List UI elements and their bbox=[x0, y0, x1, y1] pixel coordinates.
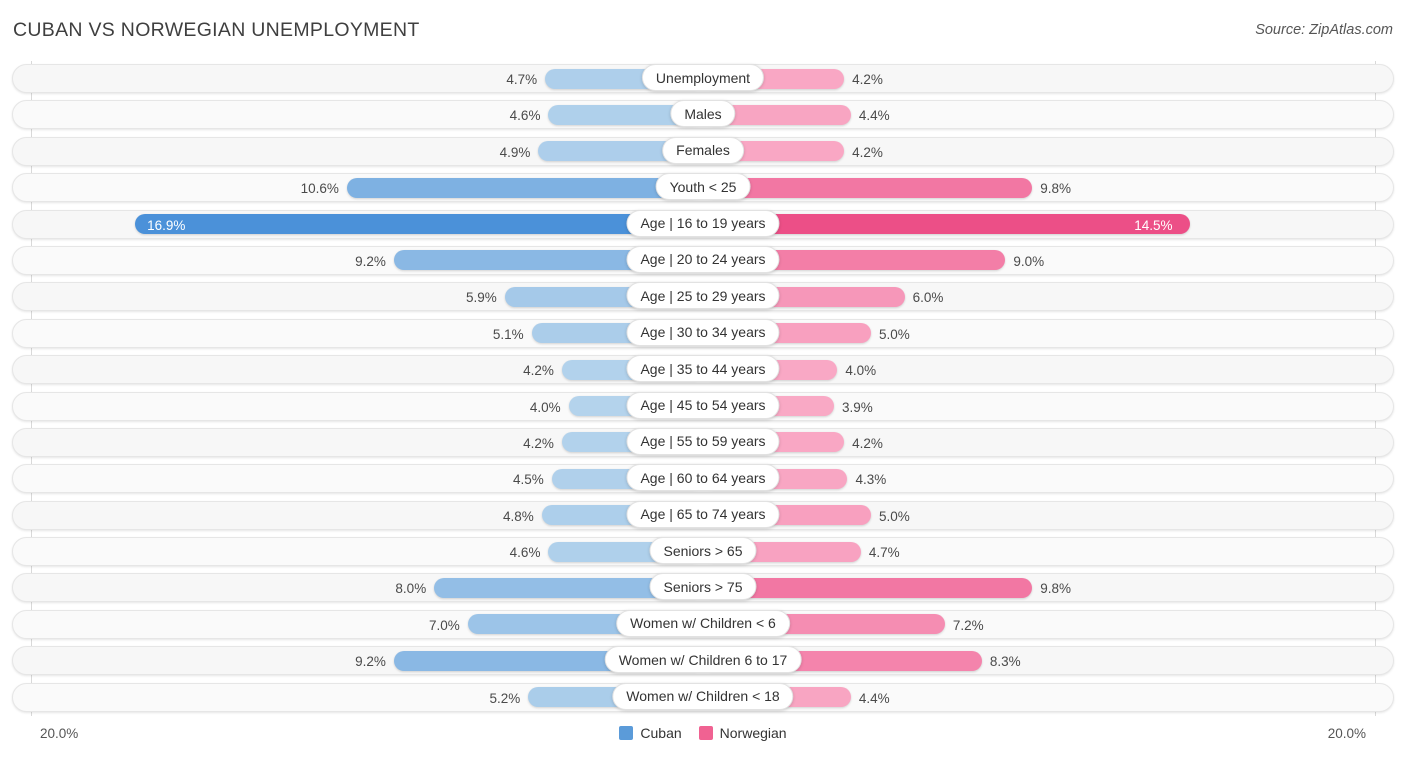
category-label-pill: Age | 55 to 59 years bbox=[626, 427, 780, 455]
category-label-pill: Age | 16 to 19 years bbox=[626, 209, 780, 237]
category-label-pill: Age | 35 to 44 years bbox=[626, 355, 780, 383]
value-label-cuban: 4.6% bbox=[509, 108, 541, 124]
value-label-cuban: 4.6% bbox=[509, 545, 541, 561]
chart-rows: 4.7% 4.2% Unemployment 4.6% 4.4% Males 4.9% 4.2… bbox=[0, 61, 1406, 716]
category-label-pill: Males bbox=[670, 100, 736, 128]
value-label-cuban: 5.9% bbox=[465, 290, 497, 306]
value-label-norwegian: 9.8% bbox=[1040, 181, 1072, 197]
chart-row: 4.9% 4.2% Females bbox=[0, 134, 1406, 170]
value-label-norwegian: 4.4% bbox=[858, 108, 890, 124]
chart-row: 8.0% 9.8% Seniors > 75 bbox=[0, 570, 1406, 606]
category-label-pill: Seniors > 75 bbox=[649, 573, 757, 601]
category-label-pill: Females bbox=[662, 136, 744, 164]
chart-row: 16.9% 14.5% Age | 16 to 19 years bbox=[0, 207, 1406, 243]
category-label-pill: Age | 30 to 34 years bbox=[626, 318, 780, 346]
value-label-norwegian: 4.7% bbox=[868, 545, 900, 561]
chart-footer: 20.0% 20.0% Cuban Norwegian bbox=[0, 716, 1406, 757]
value-label-cuban: 9.2% bbox=[355, 253, 386, 269]
bar-cuban bbox=[346, 177, 703, 198]
value-label-cuban: 10.6% bbox=[300, 181, 339, 197]
chart-row: 9.2% 9.0% Age | 20 to 24 years bbox=[0, 243, 1406, 279]
chart-row: 4.2% 4.0% Age | 35 to 44 years bbox=[0, 352, 1406, 388]
value-label-cuban: 4.2% bbox=[523, 363, 554, 379]
legend-swatch-icon bbox=[698, 726, 713, 740]
value-label-norwegian: 6.0% bbox=[912, 290, 944, 306]
value-label-norwegian: 8.3% bbox=[989, 654, 1021, 670]
value-label-cuban: 4.0% bbox=[529, 399, 561, 415]
value-label-cuban: 5.1% bbox=[492, 326, 524, 342]
value-label-norwegian: 4.2% bbox=[852, 144, 883, 160]
legend-label: Cuban bbox=[640, 725, 682, 741]
category-label-pill: Age | 60 to 64 years bbox=[626, 464, 780, 492]
chart-row: 9.2% 8.3% Women w/ Children 6 to 17 bbox=[0, 643, 1406, 679]
chart-row: 7.0% 7.2% Women w/ Children < 6 bbox=[0, 607, 1406, 643]
value-label-norwegian: 4.4% bbox=[858, 690, 890, 706]
value-label-norwegian: 4.3% bbox=[855, 472, 887, 488]
legend-label: Norwegian bbox=[719, 725, 787, 741]
value-label-cuban: 8.0% bbox=[395, 581, 427, 597]
page-title: CUBAN VS NORWEGIAN UNEMPLOYMENT bbox=[13, 19, 420, 41]
chart-page: CUBAN VS NORWEGIAN UNEMPLOYMENT Source: … bbox=[0, 0, 1406, 757]
value-label-cuban: 4.7% bbox=[506, 72, 538, 87]
value-label-norwegian: 3.9% bbox=[842, 399, 873, 415]
chart-row: 4.6% 4.4% Males bbox=[0, 97, 1406, 133]
category-label-pill: Women w/ Children 6 to 17 bbox=[604, 646, 802, 674]
value-label-cuban: 4.2% bbox=[523, 435, 554, 451]
value-label-norwegian: 5.0% bbox=[879, 326, 910, 342]
value-label-norwegian: 9.8% bbox=[1040, 581, 1072, 597]
chart-plot-area: 4.7% 4.2% Unemployment 4.6% 4.4% Males 4.9% 4.2… bbox=[0, 61, 1406, 716]
category-label-pill: Unemployment bbox=[641, 64, 765, 91]
category-label-pill: Age | 20 to 24 years bbox=[626, 245, 780, 273]
chart-row: 4.6% 4.7% Seniors > 65 bbox=[0, 534, 1406, 570]
category-label-pill: Age | 45 to 54 years bbox=[626, 391, 780, 419]
value-label-cuban: 16.9% bbox=[147, 217, 186, 233]
category-label-pill: Women w/ Children < 6 bbox=[616, 609, 790, 637]
chart-row: 4.7% 4.2% Unemployment bbox=[0, 61, 1406, 97]
legend-item[interactable]: Norwegian bbox=[698, 725, 787, 741]
value-label-norwegian: 7.2% bbox=[952, 617, 984, 633]
category-label-pill: Age | 25 to 29 years bbox=[626, 282, 780, 310]
value-label-norwegian: 4.0% bbox=[845, 363, 877, 379]
chart-row: 5.2% 4.4% Women w/ Children < 18 bbox=[0, 680, 1406, 716]
value-label-cuban: 4.8% bbox=[502, 508, 534, 524]
value-label-cuban: 4.9% bbox=[499, 144, 531, 160]
chart-row: 4.0% 3.9% Age | 45 to 54 years bbox=[0, 389, 1406, 425]
bar-norwegian bbox=[703, 177, 1033, 198]
category-label-pill: Youth < 25 bbox=[655, 173, 751, 201]
value-label-cuban: 7.0% bbox=[429, 617, 460, 633]
chart-row: 10.6% 9.8% Youth < 25 bbox=[0, 170, 1406, 206]
category-label-pill: Seniors > 65 bbox=[649, 537, 757, 565]
chart-legend: Cuban Norwegian bbox=[0, 725, 1406, 741]
value-label-norwegian: 5.0% bbox=[879, 508, 910, 524]
chart-row: 5.9% 6.0% Age | 25 to 29 years bbox=[0, 279, 1406, 315]
category-label-pill: Age | 65 to 74 years bbox=[626, 500, 780, 528]
legend-item[interactable]: Cuban bbox=[619, 725, 682, 741]
bar-cuban bbox=[135, 214, 703, 235]
value-label-cuban: 9.2% bbox=[355, 654, 386, 670]
category-label-pill: Women w/ Children < 18 bbox=[612, 682, 794, 710]
chart-row: 4.5% 4.3% Age | 60 to 64 years bbox=[0, 461, 1406, 497]
chart-row: 4.8% 5.0% Age | 65 to 74 years bbox=[0, 498, 1406, 534]
chart-row: 4.2% 4.2% Age | 55 to 59 years bbox=[0, 425, 1406, 461]
legend-swatch-icon bbox=[619, 726, 634, 740]
value-label-norwegian: 4.2% bbox=[852, 72, 883, 87]
chart-row: 5.1% 5.0% Age | 30 to 34 years bbox=[0, 316, 1406, 352]
value-label-cuban: 4.5% bbox=[513, 472, 544, 488]
value-label-norwegian: 14.5% bbox=[1134, 217, 1173, 233]
source-attribution: Source: ZipAtlas.com bbox=[1255, 22, 1393, 38]
value-label-norwegian: 9.0% bbox=[1013, 253, 1045, 269]
value-label-norwegian: 4.2% bbox=[852, 435, 883, 451]
value-label-cuban: 5.2% bbox=[489, 690, 521, 706]
